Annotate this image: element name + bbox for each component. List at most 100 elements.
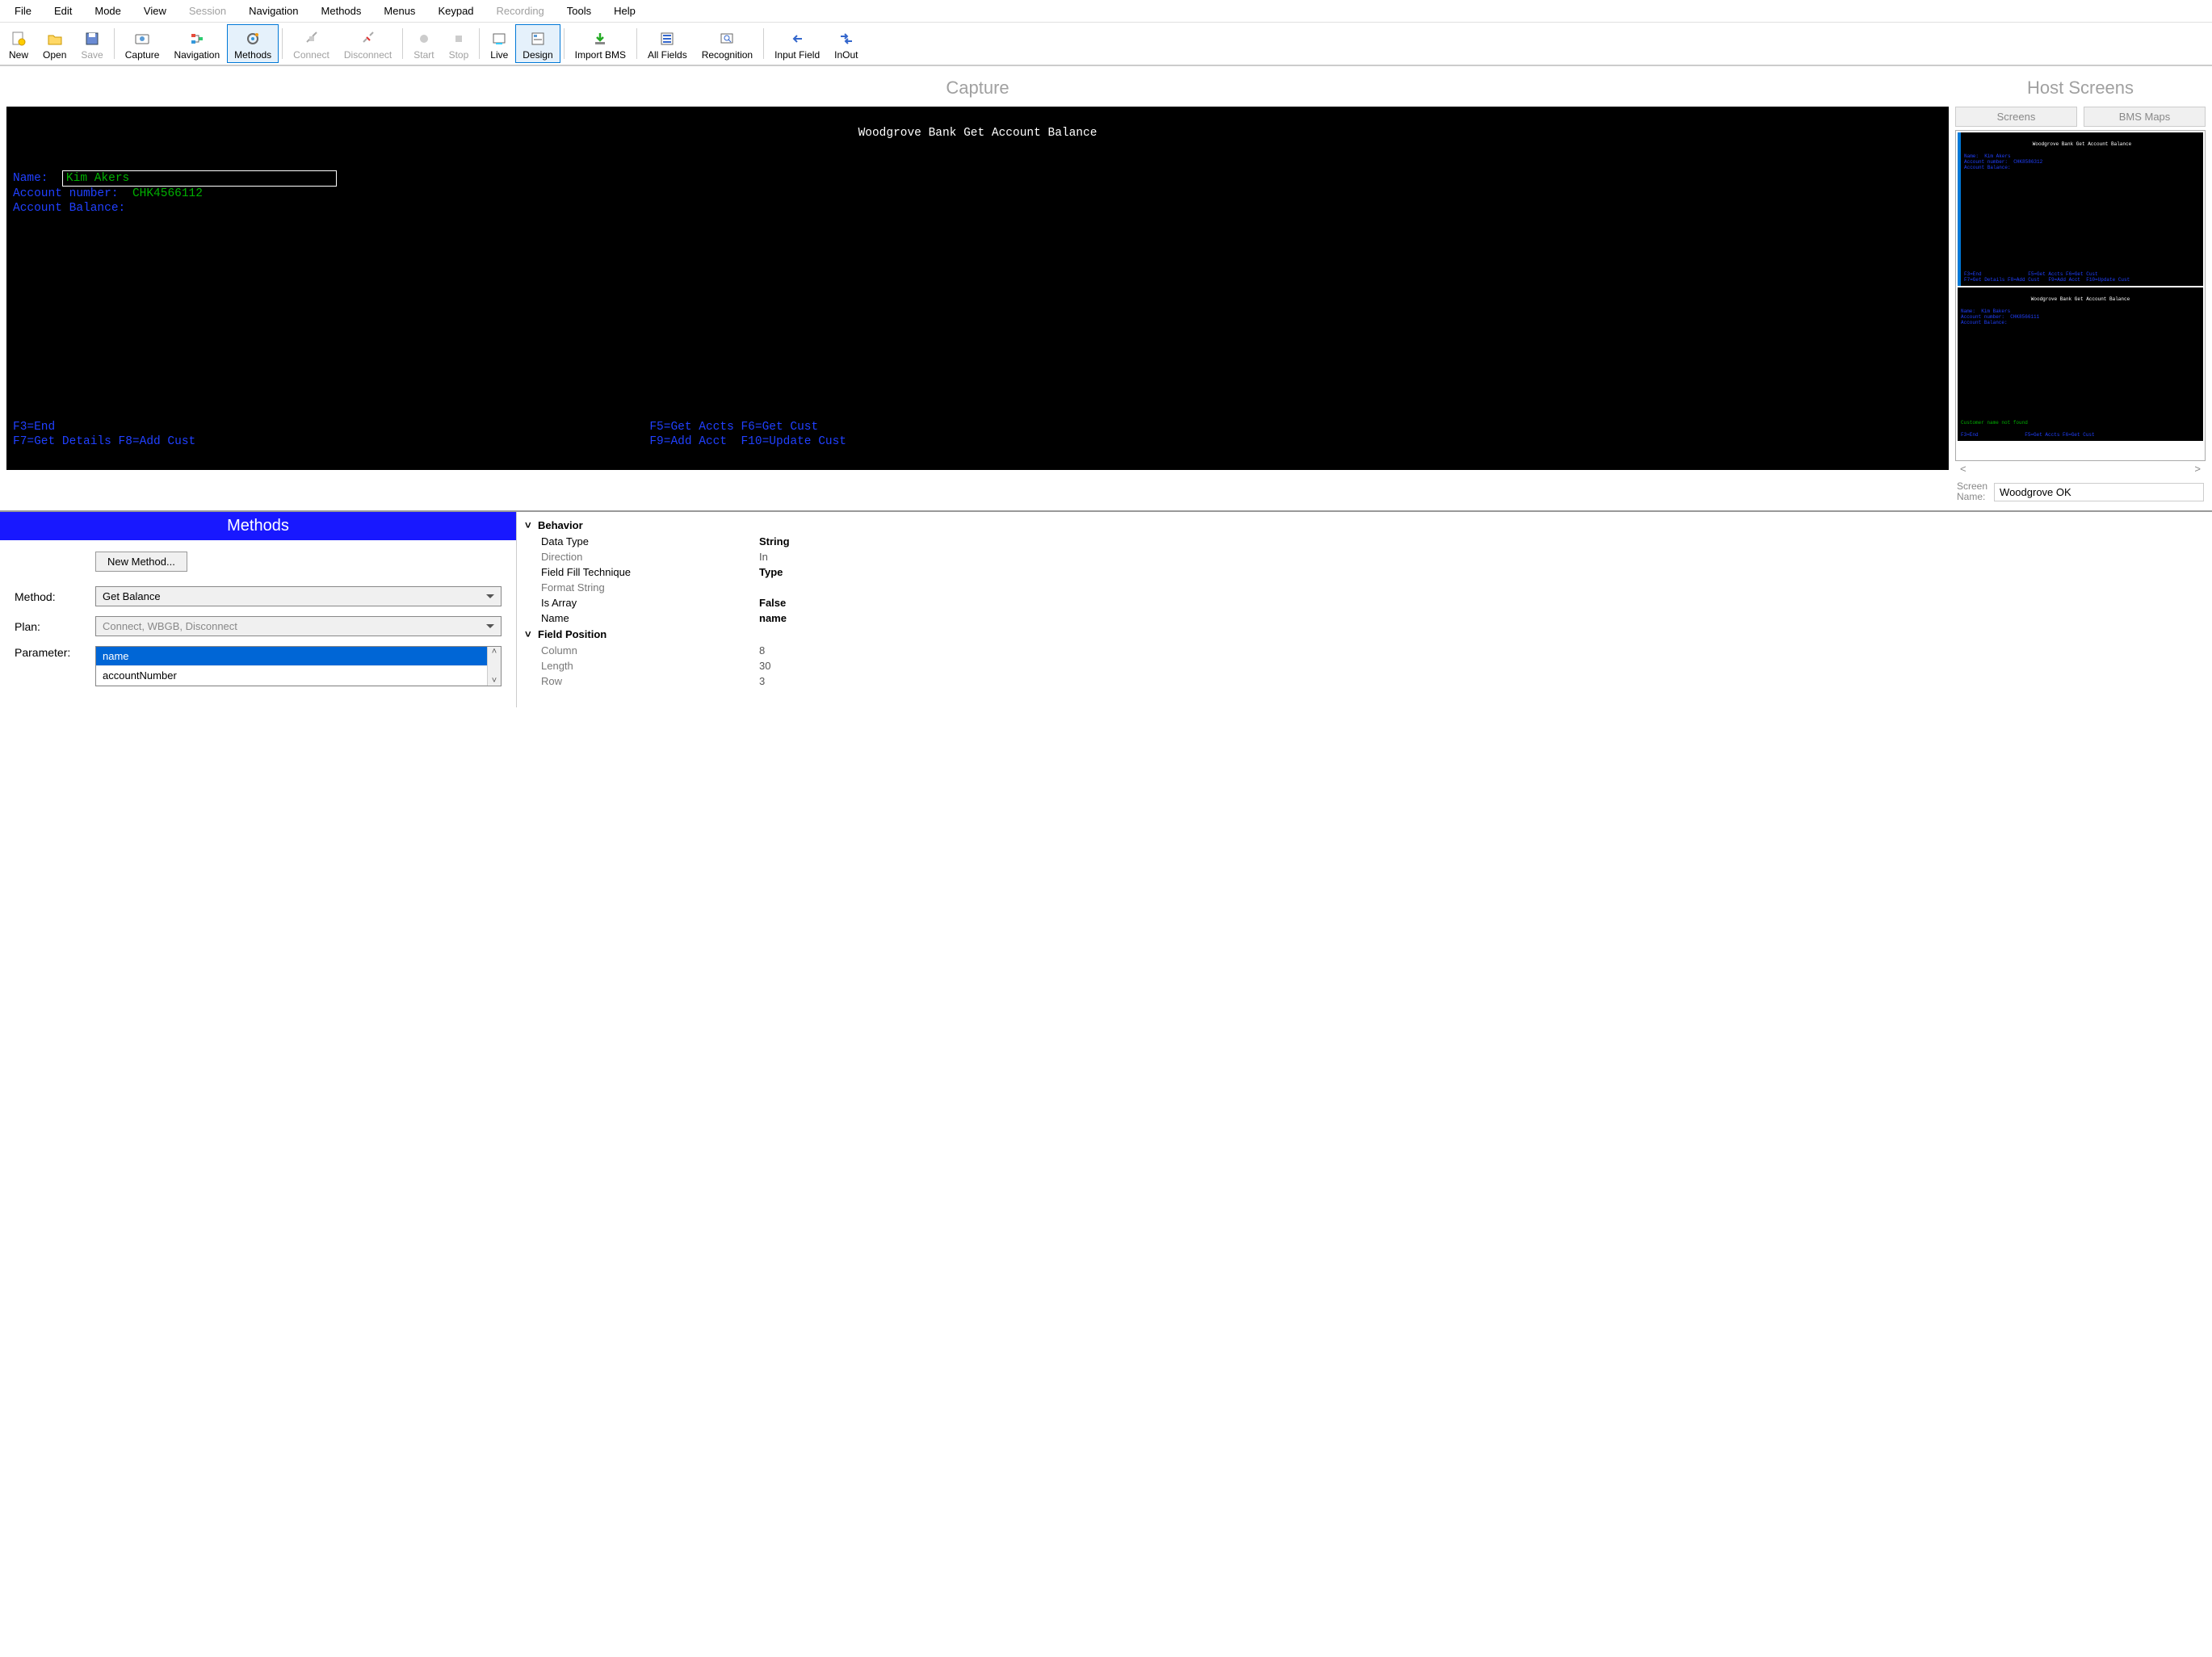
prop-key: Direction (541, 551, 759, 563)
toolbar-connect-button: Connect (286, 24, 337, 63)
toolbar-recognition-button[interactable]: Recognition (695, 24, 760, 63)
toolbar-methods-button[interactable]: Methods (227, 24, 279, 63)
scroll-up-icon[interactable]: ˄ (492, 647, 497, 657)
prop-key: Column (541, 644, 759, 657)
toolbar-open-button[interactable]: Open (36, 24, 73, 63)
tab-screens[interactable]: Screens (1955, 107, 2077, 127)
open-icon (47, 29, 63, 48)
methods-heading: Methods (0, 512, 516, 540)
toolbar-importbms-button[interactable]: Import BMS (568, 24, 633, 63)
prop-key: Field Fill Technique (541, 566, 759, 578)
name-label: Name: (13, 172, 48, 185)
toolbar-allfields-button[interactable]: All Fields (640, 24, 695, 63)
prop-row[interactable]: Field Fill TechniqueType (525, 564, 2204, 580)
toolbar-separator (763, 28, 764, 59)
list-item[interactable]: name (96, 647, 501, 666)
toolbar-separator (402, 28, 403, 59)
toolbar-navigation-button[interactable]: Navigation (166, 24, 227, 63)
disconnect-icon (360, 29, 376, 48)
prop-row[interactable]: Is ArrayFalse (525, 595, 2204, 610)
chevron-down-icon: ˅ (525, 519, 538, 531)
host-screens-heading: Host Screens (1955, 78, 2206, 99)
prop-key: Format String (541, 581, 759, 594)
methods-panel: Methods New Method... Method: Get Balanc… (0, 512, 517, 707)
plan-combo: Connect, WBGB, Disconnect (95, 616, 502, 636)
toolbar-design-button[interactable]: Design (515, 24, 560, 63)
menu-help[interactable]: Help (602, 2, 647, 20)
prop-row[interactable]: Length30 (525, 658, 2204, 673)
importbms-icon (592, 29, 608, 48)
menu-mode[interactable]: Mode (83, 2, 132, 20)
menu-session: Session (178, 2, 237, 20)
new-icon (10, 29, 27, 48)
tab-bms-maps[interactable]: BMS Maps (2084, 107, 2206, 127)
menu-methods[interactable]: Methods (310, 2, 373, 20)
acct-value: CHK4566112 (132, 187, 203, 200)
toolbar-separator (282, 28, 283, 59)
inout-icon (838, 29, 854, 48)
prop-row[interactable]: Row3 (525, 673, 2204, 689)
scroll-left-icon[interactable]: < (1960, 463, 1966, 475)
toolbar-separator (564, 28, 565, 59)
toolbar-live-button[interactable]: Live (483, 24, 515, 63)
host-screens-list[interactable]: Woodgrove Bank Get Account Balance Name:… (1955, 130, 2206, 461)
menu-file[interactable]: File (3, 2, 43, 20)
methods-icon (245, 29, 261, 48)
menu-bar: FileEditModeViewSessionNavigationMethods… (0, 0, 2212, 23)
toolbar-inputfield-button[interactable]: Input Field (767, 24, 827, 63)
list-item[interactable]: accountNumber (96, 666, 501, 686)
method-combo[interactable]: Get Balance (95, 586, 502, 606)
allfields-icon (659, 29, 675, 48)
menu-keypad[interactable]: Keypad (426, 2, 485, 20)
toolbar: NewOpenSaveCaptureNavigationMethodsConne… (0, 23, 2212, 66)
prop-value: 8 (759, 644, 765, 657)
prop-group-field-position[interactable]: ˅ Field Position (525, 626, 2204, 643)
toolbar-new-button[interactable]: New (2, 24, 36, 63)
acct-label: Account number: (13, 187, 119, 200)
recognition-icon (719, 29, 735, 48)
inputfield-icon (789, 29, 805, 48)
prop-key: Name (541, 612, 759, 624)
new-method-button[interactable]: New Method... (95, 552, 187, 572)
menu-edit[interactable]: Edit (43, 2, 83, 20)
toolbar-separator (636, 28, 637, 59)
toolbar-inout-button[interactable]: InOut (827, 24, 865, 63)
toolbar-capture-button[interactable]: Capture (118, 24, 167, 63)
menu-view[interactable]: View (132, 2, 178, 20)
terminal-title: Woodgrove Bank Get Account Balance (13, 126, 1942, 141)
name-field[interactable]: Kim Akers (62, 170, 337, 187)
screen-name-input[interactable] (1994, 483, 2204, 501)
prop-key: Is Array (541, 597, 759, 609)
prop-row[interactable]: Data TypeString (525, 534, 2204, 549)
bal-label: Account Balance: (13, 202, 125, 215)
scroll-down-icon[interactable]: ˅ (492, 676, 497, 686)
menu-menus[interactable]: Menus (372, 2, 426, 20)
prop-value: String (759, 535, 790, 547)
toolbar-separator (114, 28, 115, 59)
prop-value: name (759, 612, 787, 624)
prop-row[interactable]: DirectionIn (525, 549, 2204, 564)
prop-value: False (759, 597, 786, 609)
chevron-down-icon: ˅ (525, 628, 538, 640)
prop-row[interactable]: Namename (525, 610, 2204, 626)
properties-panel: ˅ Behavior Data TypeStringDirectionInFie… (517, 512, 2212, 707)
prop-row[interactable]: Column8 (525, 643, 2204, 658)
plan-label: Plan: (15, 620, 95, 633)
parameter-label: Parameter: (15, 646, 95, 659)
scroll-right-icon[interactable]: > (2194, 463, 2201, 475)
host-screen-thumb[interactable]: Woodgrove Bank Get Account Balance Name:… (1958, 132, 2203, 286)
parameter-list[interactable]: name accountNumber ˄ ˅ (95, 646, 502, 686)
connect-icon (304, 29, 320, 48)
menu-navigation[interactable]: Navigation (237, 2, 309, 20)
menu-recording: Recording (485, 2, 556, 20)
prop-key: Data Type (541, 535, 759, 547)
prop-value: 3 (759, 675, 765, 687)
toolbar-start-button: Start (406, 24, 441, 63)
menu-tools[interactable]: Tools (556, 2, 602, 20)
screen-name-label: Screen Name: (1957, 481, 1987, 502)
prop-row[interactable]: Format String (525, 580, 2204, 595)
prop-group-behavior[interactable]: ˅ Behavior (525, 517, 2204, 534)
host-screen-thumb[interactable]: Woodgrove Bank Get Account Balance Name:… (1958, 287, 2203, 441)
design-icon (530, 29, 546, 48)
terminal-screen[interactable]: Woodgrove Bank Get Account Balance Name:… (6, 107, 1949, 470)
